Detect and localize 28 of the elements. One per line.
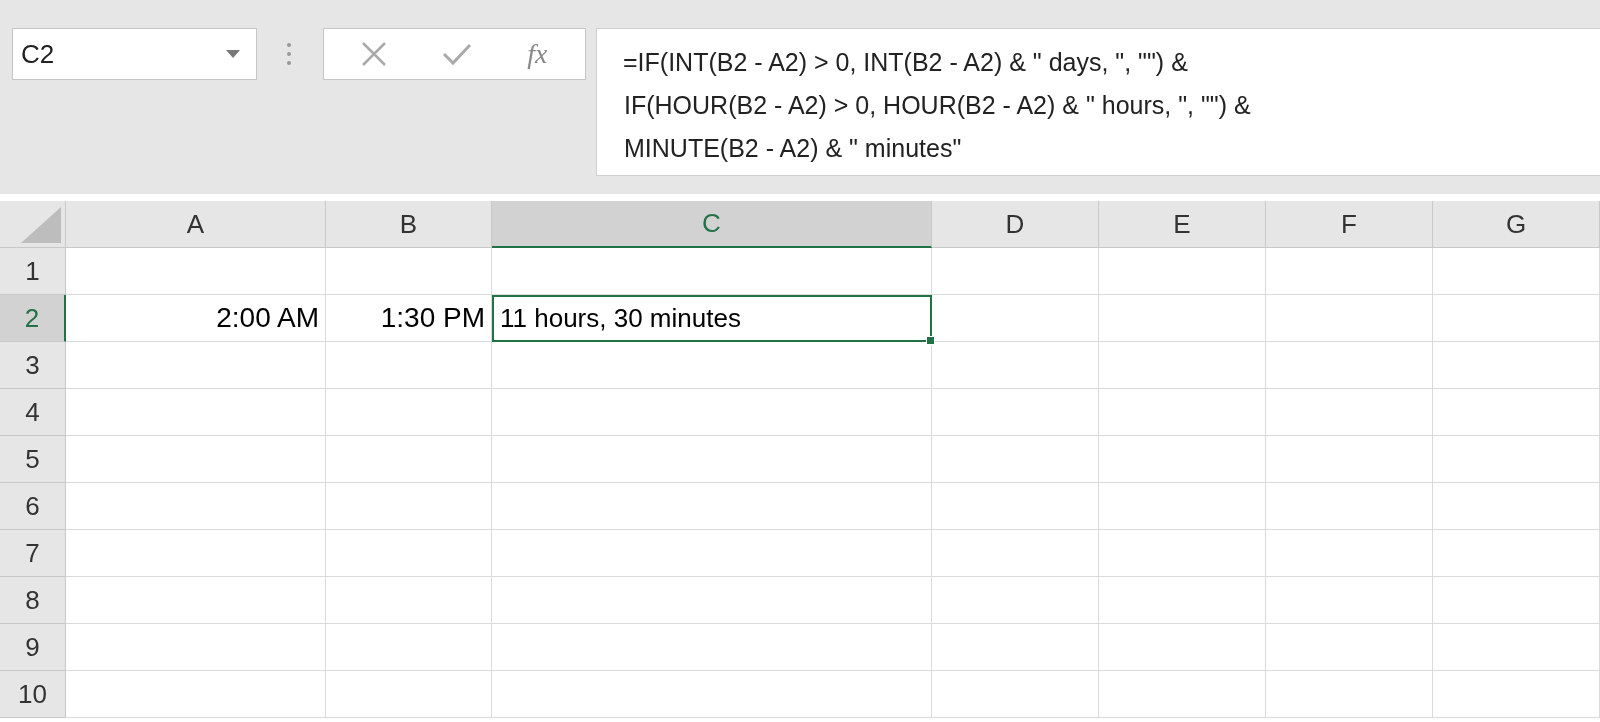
row-header[interactable]: 5: [0, 436, 66, 483]
formula-line: MINUTE(B2 - A2) & " minutes": [623, 133, 963, 164]
table-cell[interactable]: 2:00 AM: [66, 295, 326, 342]
cell-reference: C2: [21, 38, 55, 70]
column-header[interactable]: A: [66, 201, 326, 248]
formula-field[interactable]: =IF(INT(B2 - A2) > 0, INT(B2 - A2) & " days, ", "") & IF(HOUR(B2 - A2) > 0, HOUR(B2 - A2) & " hours, ", "") & MINUTE(B2 - A2) & " minutes": [596, 28, 1600, 176]
table-cell[interactable]: 11 hours, 30 minutes: [492, 295, 932, 342]
insert-function-button[interactable]: fx: [527, 38, 548, 70]
column-header[interactable]: G: [1433, 201, 1600, 248]
column-header[interactable]: B: [326, 201, 492, 248]
row-header[interactable]: 9: [0, 624, 66, 671]
formula-line: =IF(INT(B2 - A2) > 0, INT(B2 - A2) & " days, ", "") &: [623, 47, 1189, 78]
column-header[interactable]: F: [1266, 201, 1433, 248]
row-header[interactable]: 2: [0, 295, 66, 342]
row-header[interactable]: 1: [0, 248, 66, 295]
column-header[interactable]: D: [932, 201, 1099, 248]
table-cell[interactable]: 1:30 PM: [326, 295, 492, 342]
name-box[interactable]: C2: [12, 28, 257, 80]
row-header[interactable]: 7: [0, 530, 66, 577]
row-header[interactable]: 10: [0, 671, 66, 718]
formula-line: IF(HOUR(B2 - A2) > 0, HOUR(B2 - A2) & " hours, ", "") &: [623, 90, 1252, 121]
row-header[interactable]: 8: [0, 577, 66, 624]
column-header[interactable]: C: [492, 201, 932, 248]
row-header[interactable]: 3: [0, 342, 66, 389]
row-header[interactable]: 4: [0, 389, 66, 436]
cell-value: 11 hours, 30 minutes: [500, 303, 741, 334]
row-header[interactable]: 6: [0, 483, 66, 530]
column-header[interactable]: E: [1099, 201, 1266, 248]
